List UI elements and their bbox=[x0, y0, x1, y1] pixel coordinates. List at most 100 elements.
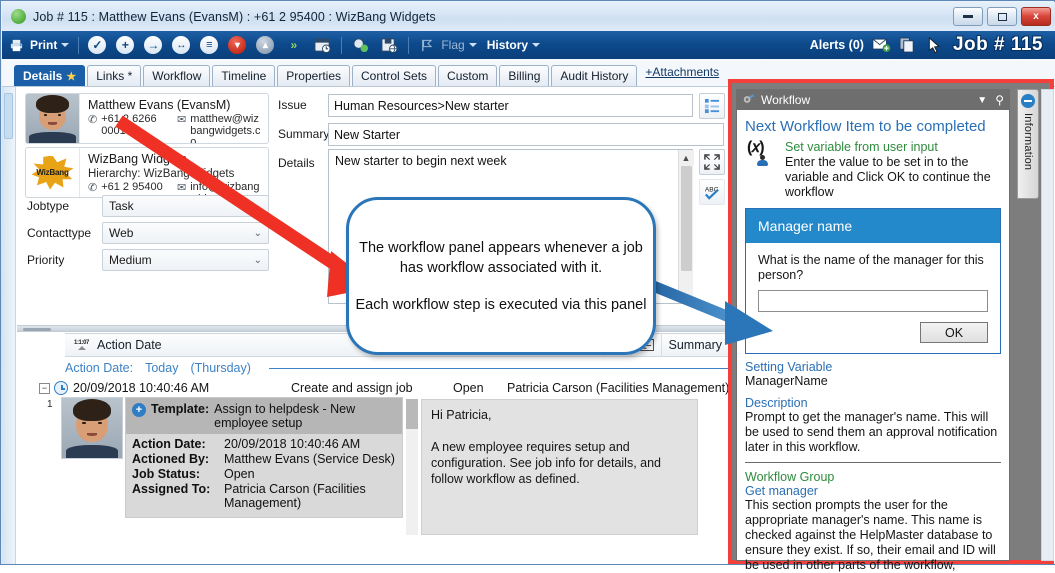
actions-pane: 1:1:07 Action Date Summary Action Date: … bbox=[17, 332, 730, 564]
group-divider bbox=[268, 367, 730, 369]
scroll-thumb[interactable] bbox=[406, 399, 418, 429]
field-key: Assigned To: bbox=[132, 482, 211, 496]
field-value: 20/09/2018 10:40:46 AM bbox=[224, 437, 361, 451]
expand-details-button[interactable] bbox=[699, 149, 725, 175]
more-button[interactable]: » bbox=[279, 33, 308, 57]
template-row: + Template: Assign to helpdesk - New emp… bbox=[126, 398, 402, 434]
contact-card[interactable]: Matthew Evans (EvansM) ✆ +61 2 6266 0001… bbox=[25, 93, 269, 144]
details-scrollbar[interactable]: ▲ bbox=[678, 150, 694, 303]
issue-input[interactable]: Human Resources>New starter bbox=[328, 94, 693, 117]
tab-timeline[interactable]: Timeline bbox=[212, 65, 276, 86]
scroll-up-icon[interactable]: ▲ bbox=[678, 150, 694, 165]
add-button[interactable]: + bbox=[111, 33, 139, 57]
new-email-icon[interactable] bbox=[872, 36, 891, 55]
action-row-header[interactable]: − 20/09/2018 10:40:46 AM Create and assi… bbox=[39, 379, 730, 397]
attachments-link[interactable]: +Attachments bbox=[645, 65, 719, 81]
jobtype-select[interactable]: Task ⌄ bbox=[102, 195, 269, 217]
print-dropdown-caret-icon[interactable] bbox=[61, 43, 70, 47]
alerts-label[interactable]: Alerts (0) bbox=[810, 38, 864, 52]
tab-audit-history[interactable]: Audit History bbox=[551, 65, 638, 86]
priority-value: Medium bbox=[109, 253, 152, 267]
tab-control-sets-label: Control Sets bbox=[361, 69, 428, 83]
summary-value: New Starter bbox=[334, 127, 400, 142]
arrow-right-icon: → bbox=[144, 36, 163, 54]
contacttype-select[interactable]: Web ⌄ bbox=[102, 222, 269, 244]
maximize-button[interactable] bbox=[987, 7, 1017, 26]
chevron-down-icon[interactable]: ▼ bbox=[977, 95, 987, 106]
job-status-dot-icon bbox=[11, 9, 26, 24]
summary-column-header[interactable]: Summary bbox=[662, 333, 729, 357]
company-phone: +61 2 95400 bbox=[101, 181, 163, 193]
contact-phone: +61 2 6266 0001 bbox=[101, 113, 157, 137]
main-toolbar: Print ✓ + → ↔ ≡ ▾ ▴ » Flag History Alert… bbox=[2, 31, 1055, 59]
tab-details-label: Details bbox=[23, 69, 63, 83]
copy-icon[interactable] bbox=[899, 36, 918, 55]
action-date-column-header[interactable]: 1:1:07 Action Date bbox=[66, 333, 169, 357]
history-button[interactable]: History bbox=[482, 33, 545, 57]
jobtype-value: Task bbox=[109, 199, 134, 213]
tab-properties[interactable]: Properties bbox=[277, 65, 350, 86]
collapse-up-button[interactable]: ▴ bbox=[251, 33, 279, 57]
tab-workflow[interactable]: Workflow bbox=[143, 65, 211, 86]
avatar-illustration bbox=[62, 398, 122, 458]
contact-card-body: Matthew Evans (EvansM) ✆ +61 2 6266 0001… bbox=[80, 94, 268, 143]
tab-billing[interactable]: Billing bbox=[499, 65, 550, 86]
left-gutter-tab[interactable] bbox=[4, 93, 13, 139]
action-detail-panel: + Template: Assign to helpdesk - New emp… bbox=[125, 397, 403, 518]
ok-button[interactable]: OK bbox=[920, 322, 988, 343]
forward-button[interactable]: → bbox=[139, 33, 167, 57]
right-scrollbar[interactable] bbox=[1041, 89, 1054, 561]
information-tab[interactable]: Information bbox=[1017, 89, 1039, 199]
save-web-button[interactable] bbox=[375, 33, 404, 57]
workflow-metadata: Setting Variable ManagerName Description… bbox=[737, 354, 1009, 573]
group-value: Today bbox=[145, 361, 179, 375]
window-controls: x bbox=[953, 7, 1051, 26]
action-field-row: Action Date: 20/09/2018 10:40:46 AM bbox=[132, 437, 396, 451]
metadata-divider bbox=[745, 462, 1001, 463]
tab-control-sets[interactable]: Control Sets bbox=[352, 65, 437, 86]
history-dropdown-caret-icon[interactable] bbox=[532, 43, 541, 47]
issue-tree-button[interactable] bbox=[699, 93, 725, 119]
plus-icon: + bbox=[116, 36, 135, 54]
list-button[interactable]: ≡ bbox=[195, 33, 223, 57]
complete-job-button[interactable]: ✓ bbox=[83, 33, 111, 57]
add-template-icon[interactable]: + bbox=[132, 403, 146, 417]
find-person-button[interactable] bbox=[346, 33, 375, 57]
toolbar-right-group: Alerts (0) Job # 115 bbox=[810, 34, 1055, 56]
print-button[interactable]: Print bbox=[2, 33, 74, 57]
workflow-panel: Workflow ▼ ⚲ Next Workflow Item to be co… bbox=[736, 89, 1010, 572]
note-scrollbar[interactable] bbox=[406, 399, 418, 535]
company-card-body: WizBang Widgets Hierarchy: WizBang Widge… bbox=[80, 148, 268, 197]
spellcheck-button[interactable]: ABC bbox=[699, 179, 725, 205]
collapse-row-icon[interactable]: − bbox=[39, 382, 50, 394]
pointer-icon bbox=[926, 36, 945, 55]
manager-name-input[interactable] bbox=[758, 290, 988, 312]
priority-select[interactable]: Medium ⌄ bbox=[102, 249, 269, 271]
minimize-icon bbox=[963, 15, 973, 18]
flag-button[interactable]: Flag bbox=[413, 33, 481, 57]
pin-icon[interactable]: ⚲ bbox=[995, 93, 1004, 107]
schedule-button[interactable] bbox=[308, 33, 337, 57]
action-note[interactable]: Hi Patricia, A new employee requires set… bbox=[421, 399, 698, 535]
expand-down-button[interactable]: ▾ bbox=[223, 33, 251, 57]
minimize-button[interactable] bbox=[953, 7, 983, 26]
template-label: Template: bbox=[151, 402, 210, 416]
workflow-panel-actions: ▼ ⚲ bbox=[977, 93, 1004, 107]
close-button[interactable]: x bbox=[1021, 7, 1051, 26]
summary-input[interactable]: New Starter bbox=[328, 123, 724, 146]
resize-button[interactable]: ↔ bbox=[167, 33, 195, 57]
contact-email-group: ✉ matthew@wizbangwidgets.co bbox=[177, 113, 262, 143]
action-timestamp: 20/09/2018 10:40:46 AM bbox=[73, 381, 210, 395]
workflow-gear-icon bbox=[742, 92, 756, 109]
company-card[interactable]: WizBang WizBang Widgets Hierarchy: WizBa… bbox=[25, 147, 269, 198]
tab-details[interactable]: Details ★ bbox=[14, 65, 86, 86]
scroll-thumb[interactable] bbox=[680, 166, 692, 271]
tab-custom[interactable]: Custom bbox=[438, 65, 498, 86]
avatar-illustration bbox=[26, 94, 79, 143]
contact-phone-group: ✆ +61 2 6266 0001 bbox=[88, 113, 173, 137]
action-clock-icon bbox=[54, 381, 68, 395]
tab-links[interactable]: Links * bbox=[87, 65, 142, 86]
flag-dropdown-caret-icon[interactable] bbox=[468, 43, 477, 47]
phone-icon: ✆ bbox=[88, 114, 98, 126]
description-label: Description bbox=[745, 396, 808, 410]
